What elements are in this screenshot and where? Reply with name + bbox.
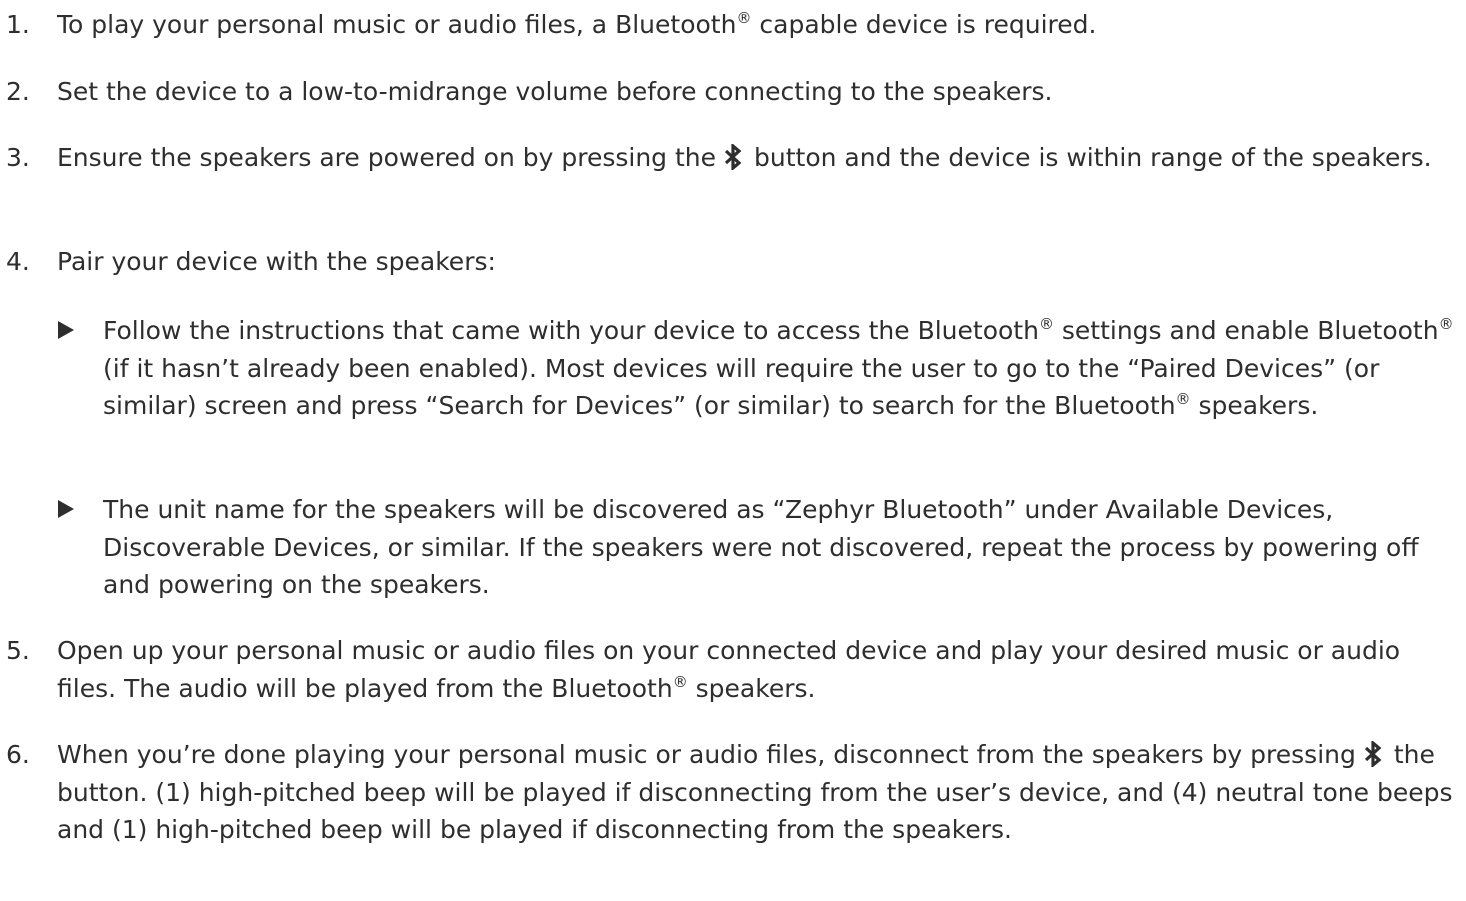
step-1: 1. To play your personal music or audio … — [0, 6, 1460, 44]
step-5: 5. Open up your personal music or audio … — [0, 632, 1460, 707]
bluetooth-icon — [724, 144, 742, 170]
step-text: Pair your device with the speakers: — [57, 247, 496, 276]
registered-mark: ® — [672, 672, 688, 691]
step-number: 2. — [6, 77, 30, 106]
step-text: To play your personal music or audio fil… — [57, 9, 1097, 39]
registered-mark: ® — [736, 9, 752, 27]
step-2: 2. Set the device to a low-to-midrange v… — [0, 73, 1460, 111]
substep-text: Follow the instructions that came with y… — [103, 315, 1454, 420]
step-text: Open up your personal music or audio fil… — [57, 636, 1401, 703]
step-number: 6. — [6, 740, 30, 769]
triangle-right-icon — [57, 312, 103, 425]
step-text: When you’re done playing your personal m… — [57, 740, 1453, 844]
substep-2: The unit name for the speakers will be d… — [57, 491, 1457, 604]
step-number: 1. — [6, 10, 30, 39]
bluetooth-icon — [1364, 741, 1382, 767]
instruction-page: 1. To play your personal music or audio … — [0, 0, 1466, 901]
step-6: 6. When you’re done playing your persona… — [0, 736, 1460, 849]
substep-1: Follow the instructions that came with y… — [57, 312, 1457, 425]
substep-text: The unit name for the speakers will be d… — [103, 495, 1419, 599]
step-text: Ensure the speakers are powered on by pr… — [57, 143, 1432, 172]
step-number: 5. — [6, 636, 30, 665]
step-4: 4. Pair your device with the speakers: — [0, 243, 1460, 281]
triangle-right-icon — [57, 491, 103, 604]
step-text: Set the device to a low-to-midrange volu… — [57, 77, 1053, 106]
step-number: 4. — [6, 247, 30, 276]
registered-mark: ® — [1038, 315, 1054, 333]
registered-mark: ® — [1438, 315, 1454, 333]
registered-mark: ® — [1175, 390, 1191, 408]
step-3: 3. Ensure the speakers are powered on by… — [0, 139, 1460, 177]
step-number: 3. — [6, 143, 30, 172]
